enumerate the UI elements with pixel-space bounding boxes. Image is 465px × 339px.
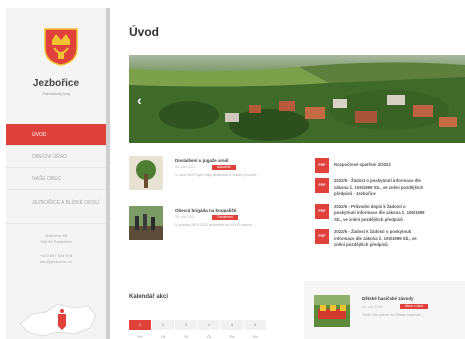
document-item[interactable]: PDF 2022/6 - Žádost k žádosti o poskytnu… [315, 229, 465, 249]
calendar-weekday: Čt [207, 334, 211, 339]
event-excerpt: Tímto Vás zveme na Dětské hasičské... [362, 313, 424, 317]
news-excerpt: V sobotu 28.9.2022 proběhla od 14:00 obe… [175, 223, 256, 227]
pdf-icon: PDF [315, 229, 329, 244]
calendar-day[interactable]: 6 [244, 320, 266, 330]
pdf-icon: PDF [315, 203, 329, 219]
region-map-icon [19, 303, 97, 337]
event-thumbnail [314, 295, 350, 327]
calendar-day[interactable]: 5 [221, 320, 243, 330]
main-nav: Úvod Obecní úřad Naše obec Jezbořice a b… [6, 124, 106, 224]
news-thumbnail [129, 156, 163, 190]
news-title[interactable]: Obecní brigáda na koupališti [175, 208, 237, 213]
document-title[interactable]: Rozpočtové opatření 2/2022 [334, 158, 465, 169]
news-tag[interactable]: Aktuálně [212, 165, 236, 170]
calendar-weekday: Út [161, 334, 165, 339]
calendar-day[interactable]: 2 [152, 320, 174, 330]
news-tag[interactable]: Oznámení [212, 215, 239, 220]
calendar-weekday: So [252, 334, 258, 339]
news-title[interactable]: Doslalšení u jugaže areál [175, 158, 229, 163]
news-thumbnail [129, 206, 163, 240]
nav-item-uvod[interactable]: Úvod [6, 124, 106, 146]
nav-item-nase-obec[interactable]: Naše obec [6, 168, 106, 190]
calendar-weekday: Po [137, 334, 143, 339]
event-title[interactable]: Dětské hasičské závody [362, 296, 414, 301]
pdf-icon: PDF [315, 178, 329, 193]
news-excerpt: V roce 2022 bylo díky dotačním a vlastní… [175, 173, 260, 177]
event-date: 26. září 2022 [362, 305, 383, 309]
document-title[interactable]: 2022/6 - Žádost k žádosti o poskytnutí i… [334, 229, 465, 249]
contact-email[interactable]: info@jezborice.cz [6, 259, 106, 265]
contact-info: Jezbořice 65 530 02 Pardubice +420 607 0… [6, 233, 106, 265]
news-item[interactable]: Obecní brigáda na koupališti 26. září 20… [129, 206, 305, 256]
event-card[interactable]: Dětské hasičské závody 26. září 2022 Akc… [304, 281, 465, 339]
calendar-day[interactable]: 4 [198, 320, 220, 330]
calendar-title: Kalendář akcí [129, 294, 169, 300]
sidebar: Jezbořice Pardubický kraj Úvod Obecní úř… [6, 8, 110, 339]
news-date: 26. září 2022 [175, 165, 196, 169]
hero-image [129, 55, 465, 143]
calendar-day[interactable]: 1 [129, 320, 151, 330]
nav-item-okoli[interactable]: Jezbořice a blízké okolí [6, 190, 106, 224]
event-calendar: 1 2 3 4 5 6 Po Út St Čt Pá So [129, 320, 266, 339]
town-region: Pardubický kraj [42, 91, 70, 96]
document-item[interactable]: PDF Rozpočtové opatření 2/2022 [315, 158, 465, 173]
pdf-icon: PDF [315, 158, 329, 173]
nav-item-obecni-urad[interactable]: Obecní úřad [6, 146, 106, 168]
calendar-weekday: Pá [229, 334, 235, 339]
coat-of-arms-icon[interactable] [44, 28, 78, 66]
news-item[interactable]: Doslalšení u jugaže areál 26. září 2022 … [129, 156, 305, 206]
document-item[interactable]: PDF 2022/6 - Průvodní dopis k žádosti o … [315, 203, 465, 224]
document-title[interactable]: 2022/6 - Žádost o poskytnutí informace d… [334, 178, 465, 198]
carousel-prev-icon[interactable]: ‹ [137, 92, 142, 108]
news-date: 26. září 2022 [175, 215, 196, 219]
calendar-weekday: St [184, 334, 188, 339]
page-title: Úvod [129, 25, 159, 39]
event-tag[interactable]: Akce v obci [400, 304, 428, 309]
document-title[interactable]: 2022/6 - Průvodní dopis k žádosti o posk… [334, 204, 465, 224]
town-name[interactable]: Jezbořice [6, 78, 106, 89]
news-list: Doslalšení u jugaže areál 26. září 2022 … [129, 156, 305, 256]
document-list: PDF Rozpočtové opatření 2/2022 PDF 2022/… [315, 158, 465, 255]
document-item[interactable]: PDF 2022/6 - Žádost o poskytnutí informa… [315, 178, 465, 198]
calendar-day[interactable]: 3 [175, 320, 197, 330]
